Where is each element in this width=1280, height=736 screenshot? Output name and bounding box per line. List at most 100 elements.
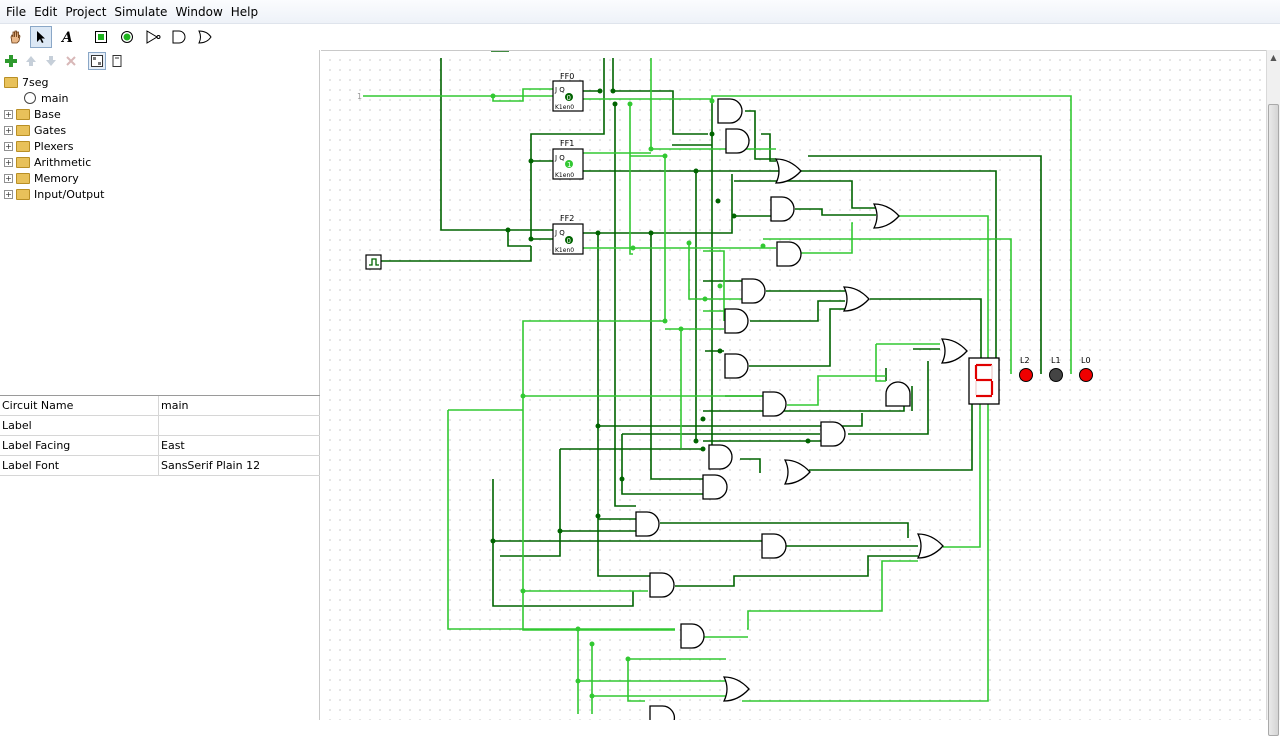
not-gate-icon[interactable] [142,26,164,48]
library-label: Memory [34,171,79,185]
expand-icon[interactable]: + [4,157,13,167]
and-gate [776,241,802,267]
attr-key: Label Facing [0,436,159,455]
attr-value[interactable]: East [159,436,320,455]
project-name: 7seg [22,75,49,89]
attr-row-circuit-name[interactable]: Circuit Name main [0,396,320,416]
expand-icon[interactable]: + [4,173,13,183]
menu-file[interactable]: File [2,1,30,23]
library-label: Arithmetic [34,155,92,169]
flipflop-ff2[interactable]: FF2 J Q 0 K1en0 [552,214,584,255]
attr-value[interactable]: main [159,396,320,415]
folder-icon [16,108,30,120]
tree-library-base[interactable]: + Base [0,106,319,122]
folder-icon [16,188,30,200]
hand-poke-icon[interactable] [4,26,26,48]
main-toolbar: A [0,24,1280,50]
attribute-table: Circuit Name main Label Label Facing Eas… [0,395,320,476]
clock-input[interactable] [365,254,382,270]
flipflop-bottom: K1en0 [555,247,574,254]
flipflop-pins: J Q [554,154,565,162]
expand-icon[interactable]: + [4,141,13,151]
flipflop-bottom: K1en0 [555,172,574,179]
and-gate [741,278,766,304]
or-gates[interactable] [722,158,968,702]
delete-icon[interactable] [62,52,80,70]
library-label: Gates [34,123,67,137]
flipflop-ff1[interactable]: FF1 J Q 1 K1en0 [552,139,584,180]
select-arrow-icon[interactable] [30,26,52,48]
led-l1[interactable]: L1 [1049,356,1063,382]
attr-value[interactable]: SansSerif Plain 12 [159,456,320,475]
tree-library-arithmetic[interactable]: + Arithmetic [0,154,319,170]
menu-edit[interactable]: Edit [30,1,61,23]
tree-library-io[interactable]: + Input/Output [0,186,319,202]
and-gate [702,474,728,500]
and-gate [649,705,676,720]
seven-segment-display[interactable]: 5 [968,357,1000,405]
and-gates[interactable] [635,98,911,720]
magnifier-circuit-icon [24,92,36,104]
flipflop-ff0[interactable]: FF0 J Q 0 K1en0 [552,72,584,112]
and-gate [724,308,749,334]
or-gate [940,338,968,364]
menu-window[interactable]: Window [171,1,226,23]
flipflop-pins: J Q [554,86,565,94]
move-up-icon[interactable] [22,52,40,70]
library-label: Base [34,107,61,121]
and-gate [724,353,749,379]
circuit-drawing[interactable]: 1 FF0 J Q 0 K1en0 FF1 J Q 1 K1en0 FF2 J … [321,51,1266,720]
flipflop-label: FF1 [560,139,574,148]
layout-view-icon[interactable] [88,52,106,70]
and-gate [761,533,787,559]
tree-project[interactable]: 7seg [0,74,319,90]
or-gate-icon[interactable] [194,26,216,48]
menu-project[interactable]: Project [61,1,110,23]
attr-row-label-font[interactable]: Label Font SansSerif Plain 12 [0,456,320,476]
attr-row-label-facing[interactable]: Label Facing East [0,436,320,456]
attr-key: Label Font [0,456,159,475]
and-gate [820,421,846,447]
led-label: L0 [1081,356,1091,365]
and-gate-icon[interactable] [168,26,190,48]
expand-icon[interactable]: + [4,189,13,199]
move-down-icon[interactable] [42,52,60,70]
circuit-canvas[interactable]: 1 FF0 J Q 0 K1en0 FF1 J Q 1 K1en0 FF2 J … [321,50,1266,720]
tree-library-gates[interactable]: + Gates [0,122,319,138]
and-gate [649,572,675,598]
scroll-up-icon[interactable]: ▲ [1267,50,1280,64]
flipflop-label: FF0 [560,72,574,81]
folder-icon [16,140,30,152]
and-gate [635,511,660,537]
flipflop-pins: J Q [554,229,565,237]
led-label: L2 [1020,356,1030,365]
appearance-view-icon[interactable] [108,52,126,70]
vertical-scrollbar[interactable]: ▲ [1266,50,1280,736]
or-gate [842,286,870,312]
flipflop-state: 1 [567,161,571,169]
expand-icon[interactable]: + [4,125,13,135]
svg-text:A: A [60,30,73,45]
output-pin-icon[interactable] [116,26,138,48]
attr-row-label[interactable]: Label [0,416,320,436]
expand-icon[interactable]: + [4,109,13,119]
input-pin-icon[interactable] [90,26,112,48]
and-gate [708,444,733,470]
led-l2[interactable]: L2 [1019,356,1033,382]
or-gate [774,158,802,184]
scrollbar-thumb[interactable] [1268,104,1279,736]
explorer-toolbar [0,50,319,72]
menu-simulate[interactable]: Simulate [110,1,171,23]
tree-library-memory[interactable]: + Memory [0,170,319,186]
or-gate [872,203,900,229]
tree-circuit-main[interactable]: main [0,90,319,106]
library-label: Input/Output [34,187,105,201]
attr-value[interactable] [159,416,320,435]
tree-library-plexers[interactable]: + Plexers [0,138,319,154]
menu-help[interactable]: Help [227,1,262,23]
and-gate [762,391,787,417]
add-circuit-icon[interactable] [2,52,20,70]
text-tool-icon[interactable]: A [56,26,78,48]
or-gate [916,533,944,559]
led-l0[interactable]: L0 [1079,356,1093,382]
